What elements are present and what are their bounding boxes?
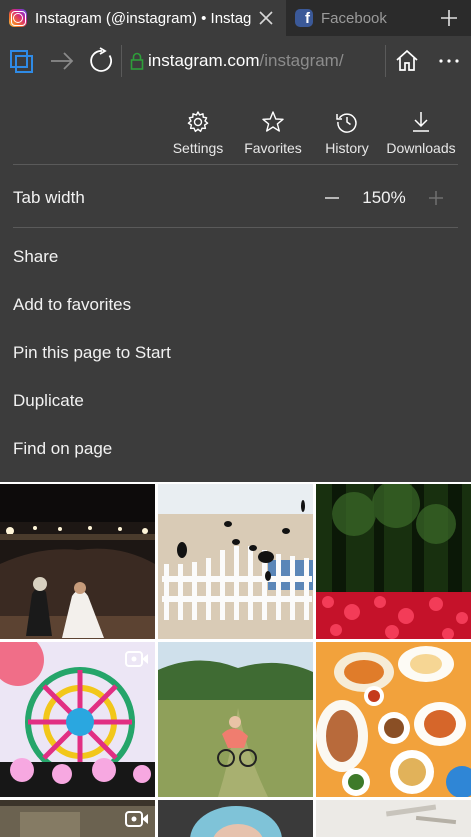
tab-bar: Instagram (@instagram) • Instagram photo…	[0, 0, 471, 36]
menu-item-find-on-page[interactable]: Find on page	[13, 439, 112, 459]
menu-item-share[interactable]: Share	[13, 247, 58, 267]
instagram-icon	[9, 9, 27, 27]
fence-birds-photo	[158, 484, 313, 639]
forward-icon[interactable]	[48, 47, 76, 75]
settings-label: Settings	[172, 140, 224, 156]
zoom-in-button[interactable]	[421, 183, 451, 213]
address-bar: instagram.com/instagram/	[0, 36, 471, 86]
minus-icon	[325, 197, 339, 199]
photo-thumbnail[interactable]	[316, 484, 471, 639]
photo-thumbnail[interactable]	[158, 642, 313, 797]
downloads-label: Downloads	[386, 140, 456, 156]
home-icon[interactable]	[393, 47, 421, 75]
refresh-icon[interactable]	[88, 47, 116, 75]
separator	[121, 45, 122, 77]
photo-thumbnail[interactable]	[316, 800, 471, 837]
tab-instagram[interactable]: Instagram (@instagram) • Instagram photo…	[0, 0, 286, 36]
menu-item-duplicate[interactable]: Duplicate	[13, 391, 84, 411]
tabs-view-icon[interactable]	[8, 47, 36, 75]
plus-icon	[429, 191, 443, 205]
lock-icon	[130, 52, 144, 70]
photo-thumbnail[interactable]	[158, 484, 313, 639]
star-icon	[262, 111, 284, 132]
menu-item-add-to-favorites[interactable]: Add to favorites	[13, 295, 131, 315]
blue-hair-portrait-photo	[158, 800, 313, 837]
tab-facebook[interactable]: f Facebook	[286, 0, 426, 36]
video-icon	[125, 651, 148, 667]
wedding-photo	[0, 484, 155, 639]
zoom-label: Tab width	[13, 188, 85, 207]
favorites-label: Favorites	[244, 140, 302, 156]
photo-thumbnail[interactable]	[0, 800, 155, 837]
meadow-bicycle-photo	[158, 642, 313, 797]
photo-thumbnail[interactable]	[316, 642, 471, 797]
photo-thumbnail[interactable]	[0, 642, 155, 797]
settings-button[interactable]: Settings	[168, 86, 228, 164]
light-dish-photo	[316, 800, 471, 837]
url-field[interactable]: instagram.com/instagram/	[130, 50, 344, 72]
facebook-icon: f	[295, 9, 313, 27]
history-icon	[336, 113, 357, 133]
url-host: instagram.com	[148, 51, 260, 70]
new-tab-button[interactable]	[426, 0, 471, 36]
close-icon[interactable]	[256, 8, 276, 28]
separator	[385, 45, 386, 77]
food-table-photo	[316, 642, 471, 797]
photo-thumbnail[interactable]	[158, 800, 313, 837]
url-path: /instagram/	[259, 51, 344, 70]
more-icon[interactable]	[435, 47, 463, 75]
downloads-button[interactable]: Downloads	[386, 86, 456, 164]
menu-divider	[13, 164, 458, 165]
menu-item-pin-to-start[interactable]: Pin this page to Start	[13, 343, 171, 363]
zoom-value: 150%	[362, 188, 406, 207]
zoom-out-button[interactable]	[317, 183, 347, 213]
menu-divider	[13, 227, 458, 228]
photo-grid	[0, 482, 471, 837]
tab-title: Facebook	[321, 9, 387, 27]
more-menu: Settings Favorites History Downloads Tab…	[0, 86, 471, 482]
photo-thumbnail[interactable]	[0, 484, 155, 639]
tab-title: Instagram (@instagram) • Instagram photo…	[35, 9, 251, 27]
forest-flowers-photo	[316, 484, 471, 639]
download-icon	[413, 112, 429, 132]
history-button[interactable]: History	[318, 86, 376, 164]
history-label: History	[325, 140, 369, 156]
video-icon	[125, 811, 148, 827]
favorites-button[interactable]: Favorites	[241, 86, 305, 164]
plus-icon	[440, 10, 457, 26]
gear-icon	[187, 111, 209, 133]
